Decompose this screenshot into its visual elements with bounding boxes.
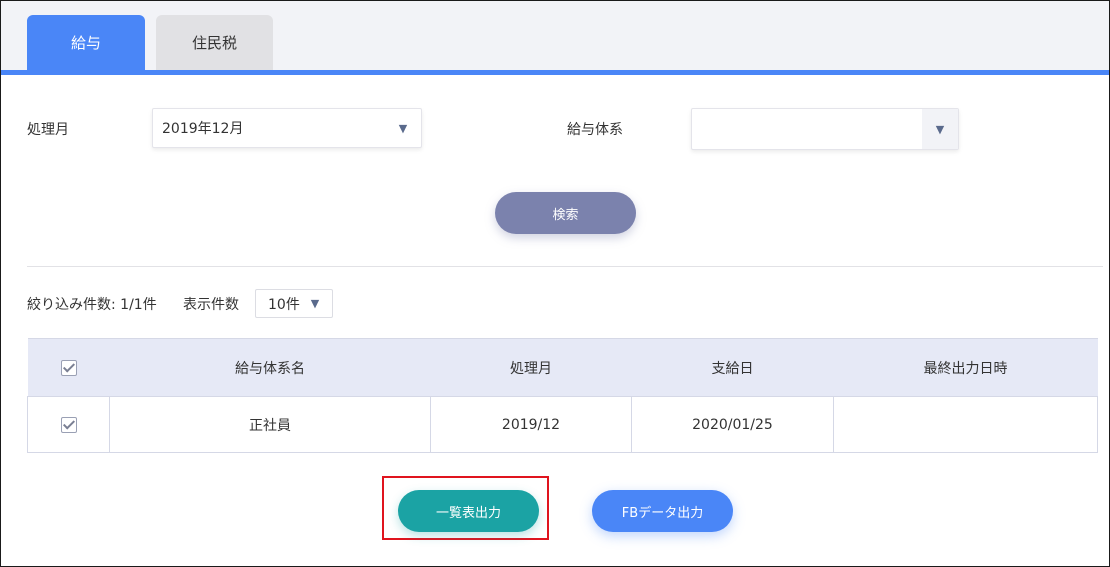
per-page-label: 表示件数	[183, 297, 239, 313]
header-last-output[interactable]: 最終出力日時	[833, 338, 1098, 397]
select-all-cell	[27, 338, 110, 397]
cell-month: 2019/12	[430, 396, 632, 453]
fb-data-output-button[interactable]: FBデータ出力	[592, 490, 733, 532]
header-month[interactable]: 処理月	[430, 338, 632, 397]
cell-pay-date: 2020/01/25	[631, 396, 834, 453]
cell-system-name: 正社員	[109, 396, 431, 453]
dropdown-arrow-icon: ▼	[935, 122, 945, 136]
tab-resident-tax[interactable]: 住民税	[156, 15, 273, 70]
header-pay-date[interactable]: 支給日	[631, 338, 834, 397]
per-page-select[interactable]: 10件 ▼	[255, 289, 333, 318]
tab-salary[interactable]: 給与	[27, 15, 145, 70]
month-label: 処理月	[27, 122, 69, 138]
header-system-name[interactable]: 給与体系名	[109, 338, 431, 397]
search-button[interactable]: 検索	[495, 192, 636, 234]
cell-last-output	[833, 396, 1098, 453]
row-checkbox[interactable]	[60, 416, 77, 433]
per-page-value: 10件	[268, 296, 300, 313]
salary-system-label: 給与体系	[567, 122, 623, 138]
select-all-checkbox[interactable]	[60, 359, 77, 376]
main-frame: 給与 住民税 処理月 2019年12月 ▼ 給与体系 ▼ 検索 絞り込み件数: …	[0, 0, 1110, 567]
payroll-table: 給与体系名 処理月 支給日 最終出力日時 正社員 2019/12 2020/01…	[27, 338, 1098, 453]
section-divider	[27, 266, 1103, 267]
row-check-cell	[27, 396, 110, 453]
salary-system-select[interactable]: ▼	[691, 108, 959, 150]
tab-bar: 給与 住民税	[1, 1, 1109, 75]
month-select[interactable]: 2019年12月 ▼	[152, 108, 422, 148]
filter-count-text: 絞り込み件数: 1/1件	[27, 297, 157, 313]
table-row[interactable]: 正社員 2019/12 2020/01/25	[27, 396, 1098, 453]
dropdown-arrow-icon: ▼	[310, 297, 320, 310]
dropdown-arrow-icon: ▼	[398, 121, 408, 135]
month-select-value: 2019年12月	[162, 121, 244, 137]
table-header-row: 給与体系名 処理月 支給日 最終出力日時	[27, 338, 1098, 397]
list-output-button[interactable]: 一覧表出力	[398, 490, 539, 532]
